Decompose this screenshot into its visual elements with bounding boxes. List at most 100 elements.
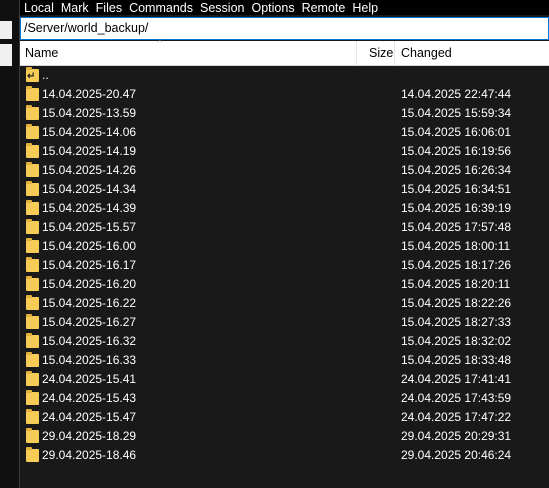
- menu-files[interactable]: Files: [96, 1, 122, 15]
- list-item[interactable]: 24.04.2025-15.41 24.04.2025 17:41:41: [20, 370, 549, 389]
- row-changed: 15.04.2025 18:33:48: [401, 353, 512, 367]
- row-name: ..: [42, 68, 49, 82]
- column-separator[interactable]: [356, 41, 357, 65]
- row-changed: 15.04.2025 18:17:26: [401, 258, 512, 272]
- menu-local[interactable]: Local: [24, 1, 54, 15]
- list-item[interactable]: 15.04.2025-13.59 15.04.2025 15:59:34: [20, 104, 549, 123]
- row-name: 15.04.2025-14.06: [42, 125, 137, 139]
- list-item[interactable]: 15.04.2025-16.22 15.04.2025 18:22:26: [20, 294, 549, 313]
- folder-icon: [26, 105, 39, 120]
- row-name: 24.04.2025-15.43: [42, 391, 137, 405]
- row-changed: 15.04.2025 18:22:26: [401, 296, 512, 310]
- list-item[interactable]: 15.04.2025-16.00 15.04.2025 18:00:11: [20, 237, 549, 256]
- row-changed: 14.04.2025 22:47:44: [401, 87, 512, 101]
- column-size[interactable]: Size: [369, 41, 393, 65]
- list-item[interactable]: 15.04.2025-16.33 15.04.2025 18:33:48: [20, 351, 549, 370]
- sort-ascending-icon: ⌃: [156, 38, 164, 48]
- row-changed: 15.04.2025 16:19:56: [401, 144, 512, 158]
- row-changed: 15.04.2025 18:27:33: [401, 315, 512, 329]
- row-name: 15.04.2025-16.22: [42, 296, 137, 310]
- row-changed: 15.04.2025 18:32:02: [401, 334, 512, 348]
- column-separator[interactable]: [394, 41, 395, 65]
- row-name: 15.04.2025-16.17: [42, 258, 137, 272]
- folder-icon: [26, 409, 39, 424]
- folder-icon: [26, 238, 39, 253]
- row-name: 15.04.2025-15.57: [42, 220, 137, 234]
- folder-icon: [26, 276, 39, 291]
- folder-icon: [26, 314, 39, 329]
- row-changed: 15.04.2025 16:39:19: [401, 201, 512, 215]
- row-name: 15.04.2025-16.27: [42, 315, 137, 329]
- row-name: 15.04.2025-16.32: [42, 334, 137, 348]
- row-changed: 15.04.2025 15:59:34: [401, 106, 512, 120]
- row-name: 15.04.2025-14.26: [42, 163, 137, 177]
- left-panel-header-stub: [0, 44, 12, 66]
- left-panel-edge: [0, 0, 20, 488]
- menu-remote[interactable]: Remote: [302, 1, 346, 15]
- folder-icon: [26, 257, 39, 272]
- parent-directory-row[interactable]: ↵ ..: [20, 66, 549, 85]
- folder-icon: [26, 219, 39, 234]
- menu-mark[interactable]: Mark: [61, 1, 89, 15]
- row-name: 15.04.2025-14.39: [42, 201, 137, 215]
- row-changed: 29.04.2025 20:29:31: [401, 429, 512, 443]
- list-item[interactable]: 15.04.2025-16.20 15.04.2025 18:20:11: [20, 275, 549, 294]
- folder-icon: [26, 333, 39, 348]
- list-item[interactable]: 29.04.2025-18.29 29.04.2025 20:29:31: [20, 427, 549, 446]
- folder-icon: [26, 143, 39, 158]
- row-name: 14.04.2025-20.47: [42, 87, 137, 101]
- column-changed[interactable]: Changed: [401, 41, 452, 65]
- row-changed: 24.04.2025 17:43:59: [401, 391, 512, 405]
- row-name: 24.04.2025-15.47: [42, 410, 137, 424]
- folder-icon: [26, 390, 39, 405]
- row-name: 29.04.2025-18.29: [42, 429, 137, 443]
- row-changed: 15.04.2025 18:00:11: [401, 239, 511, 253]
- list-item[interactable]: 15.04.2025-14.34 15.04.2025 16:34:51: [20, 180, 549, 199]
- menu-help[interactable]: Help: [352, 1, 378, 15]
- row-changed: 24.04.2025 17:47:22: [401, 410, 512, 424]
- row-name: 24.04.2025-15.41: [42, 372, 137, 386]
- list-item[interactable]: 24.04.2025-15.43 24.04.2025 17:43:59: [20, 389, 549, 408]
- list-item[interactable]: 14.04.2025-20.47 14.04.2025 22:47:44: [20, 85, 549, 104]
- list-item[interactable]: 15.04.2025-16.32 15.04.2025 18:32:02: [20, 332, 549, 351]
- column-name[interactable]: Name: [25, 41, 58, 65]
- list-item[interactable]: 15.04.2025-16.27 15.04.2025 18:27:33: [20, 313, 549, 332]
- list-item[interactable]: 15.04.2025-14.19 15.04.2025 16:19:56: [20, 142, 549, 161]
- row-name: 15.04.2025-16.20: [42, 277, 137, 291]
- list-item[interactable]: 15.04.2025-15.57 15.04.2025 17:57:48: [20, 218, 549, 237]
- menu-bar: Local Mark Files Commands Session Option…: [20, 0, 549, 15]
- folder-icon: [26, 124, 39, 139]
- list-item[interactable]: 15.04.2025-14.39 15.04.2025 16:39:19: [20, 199, 549, 218]
- row-changed: 15.04.2025 16:34:51: [401, 182, 512, 196]
- row-name: 15.04.2025-13.59: [42, 106, 137, 120]
- menu-session[interactable]: Session: [200, 1, 244, 15]
- folder-icon: [26, 352, 39, 367]
- folder-icon: [26, 371, 39, 386]
- row-name: 15.04.2025-16.33: [42, 353, 137, 367]
- folder-icon: [26, 447, 39, 462]
- folder-icon: [26, 162, 39, 177]
- folder-icon: [26, 200, 39, 215]
- row-name: 15.04.2025-14.19: [42, 144, 137, 158]
- row-changed: 15.04.2025 17:57:48: [401, 220, 512, 234]
- row-changed: 15.04.2025 16:26:34: [401, 163, 512, 177]
- list-item[interactable]: 15.04.2025-16.17 15.04.2025 18:17:26: [20, 256, 549, 275]
- menu-options[interactable]: Options: [251, 1, 294, 15]
- folder-icon: [26, 428, 39, 443]
- path-bar[interactable]: /Server/world_backup/: [20, 17, 549, 40]
- row-changed: 15.04.2025 18:20:11: [401, 277, 511, 291]
- column-header: ⌃ Name Size Changed: [20, 38, 549, 66]
- folder-icon: [26, 86, 39, 101]
- row-changed: 15.04.2025 16:06:01: [401, 125, 512, 139]
- folder-icon: [26, 181, 39, 196]
- list-item[interactable]: 29.04.2025-18.46 29.04.2025 20:46:24: [20, 446, 549, 465]
- row-name: 29.04.2025-18.46: [42, 448, 137, 462]
- row-name: 15.04.2025-14.34: [42, 182, 137, 196]
- row-changed: 29.04.2025 20:46:24: [401, 448, 512, 462]
- row-changed: 24.04.2025 17:41:41: [401, 372, 512, 386]
- left-panel-tab[interactable]: [0, 21, 12, 39]
- menu-commands[interactable]: Commands: [129, 1, 193, 15]
- list-item[interactable]: 15.04.2025-14.06 15.04.2025 16:06:01: [20, 123, 549, 142]
- list-item[interactable]: 15.04.2025-14.26 15.04.2025 16:26:34: [20, 161, 549, 180]
- list-item[interactable]: 24.04.2025-15.47 24.04.2025 17:47:22: [20, 408, 549, 427]
